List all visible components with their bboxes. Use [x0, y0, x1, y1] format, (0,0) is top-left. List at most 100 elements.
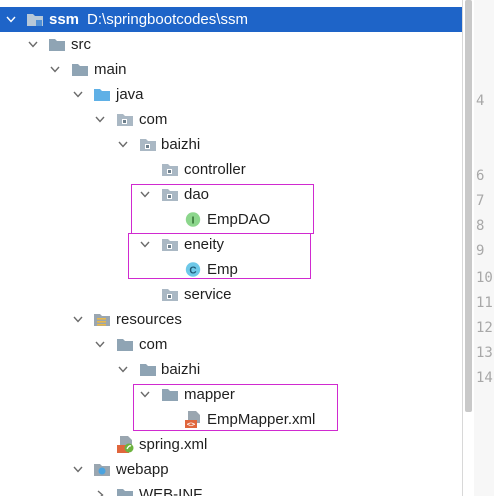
node-name: baizhi [161, 136, 201, 153]
folder-icon [116, 336, 134, 353]
line-number: 13 [476, 345, 493, 361]
chevron-down-icon[interactable] [48, 57, 62, 82]
class-icon: C [184, 261, 202, 278]
line-number: 4 [476, 93, 485, 109]
chevron-down-icon[interactable] [4, 7, 18, 32]
tree-node-label: mapper [184, 382, 235, 407]
chevron-down-icon[interactable] [138, 382, 152, 407]
tree-node-label: src [71, 32, 91, 57]
svg-text:I: I [192, 216, 195, 227]
node-name: Emp [207, 261, 238, 278]
tree-node-label: WEB-INF [139, 482, 202, 496]
tree-node-label: controller [184, 157, 246, 182]
tree-node-java[interactable]: java [0, 82, 462, 107]
project-tree: ssm D:\springbootcodes\ssm src main java … [0, 0, 462, 496]
tree-node-baizhi[interactable]: baizhi [0, 357, 462, 382]
tree-node-label: main [94, 57, 127, 82]
tree-node-resources[interactable]: resources [0, 307, 462, 332]
resources-root-folder-icon [93, 311, 111, 328]
tree-node-com[interactable]: com [0, 332, 462, 357]
package-icon [161, 236, 179, 253]
svg-text:C: C [189, 266, 196, 277]
node-name: resources [116, 311, 182, 328]
scrollbar-thumb[interactable] [465, 0, 472, 412]
tree-node-label: service [184, 282, 232, 307]
node-name: com [139, 111, 168, 128]
tree-node-web-inf[interactable]: WEB-INF [0, 482, 462, 496]
tree-node-label: baizhi [161, 357, 200, 382]
chevron-down-icon[interactable] [71, 307, 85, 332]
package-icon [161, 161, 179, 178]
tree-node-mapper[interactable]: mapper [0, 382, 462, 407]
node-name: dao [184, 186, 210, 203]
xml-file-icon: <> [184, 411, 202, 428]
line-number: 6 [476, 168, 485, 184]
node-name: WEB-INF [139, 486, 203, 496]
chevron-right-icon[interactable] [93, 482, 107, 496]
interface-icon: I [184, 211, 202, 228]
tree-node-label: spring.xml [139, 432, 207, 457]
tree-node-spring-xml[interactable]: spring.xml [0, 432, 462, 457]
tree-node-label: eneity [184, 232, 224, 257]
tree-node-label: dao [184, 182, 209, 207]
tree-node-main[interactable]: main [0, 57, 462, 82]
node-name: service [184, 286, 232, 303]
tree-node-label: java [116, 82, 144, 107]
tree-node-empdao[interactable]: I EmpDAO [0, 207, 462, 232]
node-name: ssm [49, 11, 80, 28]
line-number: 12 [476, 320, 493, 336]
tree-node-ssm[interactable]: ssm D:\springbootcodes\ssm [0, 7, 462, 32]
tree-node-service[interactable]: service [0, 282, 462, 307]
tree-node-label: ssm D:\springbootcodes\ssm [49, 7, 248, 32]
node-name: mapper [184, 386, 235, 403]
node-name: src [71, 36, 91, 53]
node-name: com [139, 336, 168, 353]
node-name: baizhi [161, 361, 201, 378]
web-folder-icon [93, 461, 111, 478]
line-number: 11 [476, 295, 493, 311]
tree-node-baizhi[interactable]: baizhi [0, 132, 462, 157]
chevron-down-icon[interactable] [138, 182, 152, 207]
tree-node-emp[interactable]: C Emp [0, 257, 462, 282]
node-name: EmpMapper.xml [207, 411, 316, 428]
tree-node-com[interactable]: com [0, 107, 462, 132]
source-root-folder-icon [93, 86, 111, 103]
line-number: 10 [476, 270, 493, 286]
chevron-down-icon[interactable] [71, 457, 85, 482]
tree-node-controller[interactable]: controller [0, 157, 462, 182]
tree-node-dao[interactable]: dao [0, 182, 462, 207]
line-number: 14 [476, 370, 493, 386]
chevron-down-icon[interactable] [116, 357, 130, 382]
tree-node-label: EmpDAO [207, 207, 270, 232]
folder-icon [116, 486, 134, 496]
tree-node-label: baizhi [161, 132, 200, 157]
folder-icon [48, 36, 66, 53]
chevron-down-icon[interactable] [93, 107, 107, 132]
module-path: D:\springbootcodes\ssm [87, 11, 248, 28]
node-name: java [116, 86, 144, 103]
package-icon [116, 111, 134, 128]
chevron-down-icon[interactable] [116, 132, 130, 157]
tree-node-label: com [139, 107, 167, 132]
package-icon [139, 136, 157, 153]
tree-node-label: webapp [116, 457, 169, 482]
tree-node-label: Emp [207, 257, 238, 282]
tree-node-empmapper-xml[interactable]: <> EmpMapper.xml [0, 407, 462, 432]
line-number: 7 [476, 193, 485, 209]
package-icon [161, 186, 179, 203]
svg-text:<>: <> [187, 421, 195, 429]
folder-icon [161, 386, 179, 403]
tree-node-eneity[interactable]: eneity [0, 232, 462, 257]
chevron-down-icon[interactable] [93, 332, 107, 357]
tree-node-label: EmpMapper.xml [207, 407, 315, 432]
chevron-down-icon[interactable] [138, 232, 152, 257]
line-number: 8 [476, 218, 485, 234]
chevron-down-icon[interactable] [71, 82, 85, 107]
node-name: spring.xml [139, 436, 208, 453]
chevron-down-icon[interactable] [26, 32, 40, 57]
tree-node-src[interactable]: src [0, 32, 462, 57]
node-name: EmpDAO [207, 211, 271, 228]
tree-node-webapp[interactable]: webapp [0, 457, 462, 482]
spring-xml-file-icon [116, 436, 134, 453]
module-folder-icon [26, 11, 44, 28]
